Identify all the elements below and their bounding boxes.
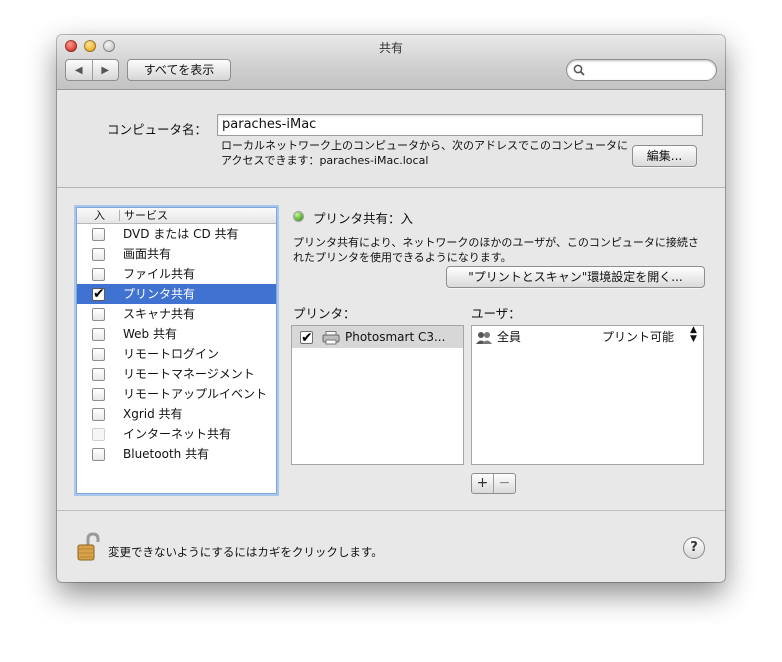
address-text: ローカルネットワーク上のコンピュータから、次のアドレスでこのコンピュータに アク… (221, 138, 641, 168)
service-checkbox[interactable] (92, 348, 105, 361)
service-checkbox[interactable] (92, 228, 105, 241)
service-row[interactable]: ファイル共有 (77, 264, 276, 284)
user-list[interactable]: 全員 プリント可能 ▲ ▼ (471, 325, 704, 465)
service-checkbox[interactable] (92, 368, 105, 381)
service-checkbox (92, 428, 105, 441)
address-line-1: ローカルネットワーク上のコンピュータから、次のアドレスでこのコンピュータに (221, 139, 628, 152)
back-forward-group: ◀ ▶ (65, 59, 119, 81)
address-line-2: アクセスできます：paraches-iMac.local (221, 154, 429, 167)
service-row[interactable]: リモートマネージメント (77, 364, 276, 384)
service-checkbox[interactable] (92, 308, 105, 321)
service-list[interactable]: 入 サービス DVD または CD 共有 画面共有ファイル共有 ✔ プリンタ共有 スキャ… (76, 207, 277, 494)
service-checkbox[interactable] (92, 388, 105, 401)
check-icon: ✔ (301, 330, 313, 346)
service-label: DVD または CD 共有 (123, 227, 239, 241)
service-row[interactable]: Bluetooth 共有 (77, 444, 276, 464)
service-row[interactable]: Xgrid 共有 (77, 404, 276, 424)
service-label: Bluetooth 共有 (123, 447, 210, 461)
service-checkbox[interactable] (92, 268, 105, 281)
service-label: プリンタ共有 (123, 287, 196, 301)
printer-row[interactable]: ✔ Photosmart C3... (292, 326, 463, 348)
service-checkbox[interactable]: ✔ (92, 286, 105, 302)
open-print-scan-prefs-button[interactable]: "プリントとスキャン"環境設定を開く... (446, 266, 705, 288)
group-icon (475, 330, 493, 352)
printers-label: プリンタ： (293, 306, 356, 321)
header-service[interactable]: サービス (124, 208, 168, 223)
service-checkbox[interactable] (92, 408, 105, 421)
service-row[interactable]: スキャナ共有 (77, 304, 276, 324)
titlebar: 共有 ◀ ▶ すべてを表示 (57, 35, 725, 90)
service-list-header: 入 サービス (77, 208, 276, 224)
user-name: 全員 (497, 330, 522, 344)
service-row[interactable]: リモートログイン (77, 344, 276, 364)
printer-icon (322, 330, 340, 352)
lock-message: 変更できないようにするにはカギをクリックします。 (108, 545, 383, 559)
status-indicator (294, 212, 303, 221)
service-checkbox[interactable] (92, 328, 105, 341)
help-button[interactable]: ? (683, 537, 705, 559)
service-label: Xgrid 共有 (123, 407, 183, 421)
printer-name: Photosmart C3... (345, 330, 446, 344)
computer-name-label: コンピュータ名： (107, 122, 208, 137)
forward-button[interactable]: ▶ (91, 60, 119, 80)
updown-arrows-icon[interactable]: ▲ ▼ (690, 326, 697, 344)
footer-divider (57, 510, 725, 511)
search-field[interactable] (566, 59, 717, 81)
add-button[interactable]: + (472, 474, 493, 493)
service-row[interactable]: ✔ プリンタ共有 (77, 284, 276, 304)
service-label: リモートマネージメント (123, 367, 255, 381)
service-label: インターネット共有 (123, 427, 232, 441)
users-label: ユーザ： (471, 306, 521, 321)
service-checkbox[interactable] (92, 448, 105, 461)
computer-name-area: コンピュータ名： paraches-iMac ローカルネットワーク上のコンピュー… (57, 90, 725, 188)
printer-checkbox[interactable]: ✔ (300, 330, 313, 346)
back-button[interactable]: ◀ (66, 60, 92, 80)
service-row[interactable]: 画面共有 (77, 244, 276, 264)
service-row[interactable]: インターネット共有 (77, 424, 276, 444)
service-status: プリンタ共有：入 (313, 211, 414, 226)
service-row[interactable]: DVD または CD 共有 (77, 224, 276, 244)
description-line-1: プリンタ共有により、ネットワークのほかのユーザが、このコンピュータに接続さ (293, 236, 699, 249)
user-row[interactable]: 全員 プリント可能 ▲ ▼ (472, 326, 703, 348)
computer-name-input[interactable]: paraches-iMac (217, 114, 703, 136)
lock-icon[interactable] (76, 532, 102, 565)
user-permission-select[interactable]: プリント可能 (602, 326, 674, 348)
service-label: ファイル共有 (123, 267, 196, 281)
service-label: リモートアップルイベント (123, 387, 268, 401)
add-remove-group: + − (471, 473, 516, 494)
service-label: Web 共有 (123, 327, 177, 341)
edit-button[interactable]: 編集... (632, 145, 697, 167)
printer-list[interactable]: ✔ Photosmart C3... (291, 325, 464, 465)
service-row[interactable]: リモートアップルイベント (77, 384, 276, 404)
service-label: リモートログイン (123, 347, 220, 361)
check-icon: ✔ (93, 286, 105, 302)
search-icon (573, 64, 585, 76)
header-divider (119, 210, 120, 221)
header-on[interactable]: 入 (94, 208, 105, 223)
show-all-button[interactable]: すべてを表示 (127, 59, 231, 81)
service-label: スキャナ共有 (123, 307, 196, 321)
service-row[interactable]: Web 共有 (77, 324, 276, 344)
service-checkbox[interactable] (92, 248, 105, 261)
description-line-2: れたプリンタを使用できるようになります。 (293, 251, 512, 264)
window-title: 共有 (378, 41, 403, 55)
remove-button[interactable]: − (493, 474, 515, 493)
service-label: 画面共有 (123, 247, 172, 261)
service-description: プリンタ共有により、ネットワークのほかのユーザが、このコンピュータに接続さ れた… (293, 235, 705, 265)
sharing-window: 共有 ◀ ▶ すべてを表示 コンピュータ名： paraches-iMac ローカ… (57, 35, 725, 582)
